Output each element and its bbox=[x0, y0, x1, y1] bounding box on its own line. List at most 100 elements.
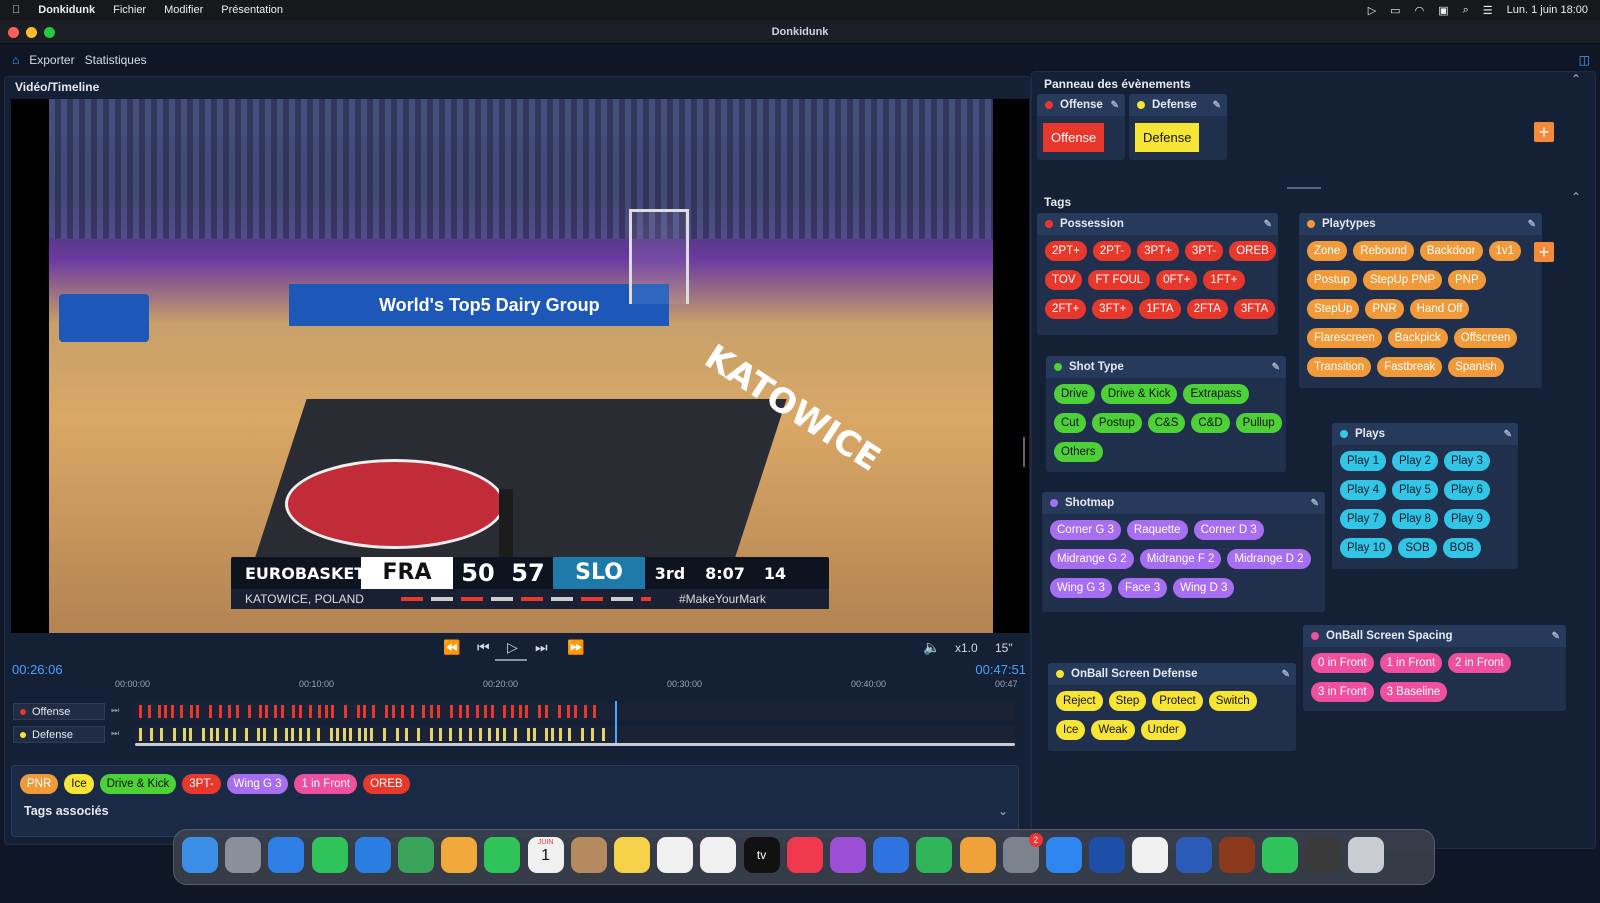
event-marker[interactable] bbox=[180, 705, 183, 718]
event-marker[interactable] bbox=[364, 728, 367, 741]
numbers-icon[interactable] bbox=[916, 837, 953, 873]
tag-button[interactable]: Rebound bbox=[1353, 241, 1414, 261]
add-tag-group-button[interactable]: + bbox=[1534, 242, 1554, 262]
event-marker[interactable] bbox=[396, 728, 399, 741]
export-button[interactable]: Exporter bbox=[29, 53, 74, 67]
event-marker[interactable] bbox=[233, 728, 236, 741]
event-marker[interactable] bbox=[210, 728, 213, 741]
facetime-icon[interactable] bbox=[484, 837, 521, 873]
timeline-scrollbar[interactable] bbox=[135, 743, 1015, 746]
track-defense[interactable]: Defense bbox=[13, 726, 105, 743]
add-event-button[interactable]: + bbox=[1534, 122, 1554, 142]
event-marker[interactable] bbox=[225, 728, 228, 741]
event-marker[interactable] bbox=[148, 705, 151, 718]
event-marker[interactable] bbox=[285, 728, 288, 741]
event-marker[interactable] bbox=[533, 728, 536, 741]
track-jump-icon[interactable]: ⏭ bbox=[111, 728, 119, 739]
event-marker[interactable] bbox=[422, 705, 425, 718]
reminders-icon[interactable] bbox=[700, 837, 737, 873]
tag-button[interactable]: Wing G 3 bbox=[1050, 578, 1112, 598]
associated-tag[interactable]: Ice bbox=[64, 774, 94, 794]
edit-icon[interactable]: ✎ bbox=[1264, 219, 1272, 230]
settings-icon[interactable]: 2 bbox=[1002, 833, 1043, 873]
event-marker[interactable] bbox=[349, 728, 352, 741]
tag-button[interactable]: Play 9 bbox=[1443, 509, 1490, 529]
tag-button[interactable]: 2 in Front bbox=[1448, 653, 1511, 673]
event-marker[interactable] bbox=[503, 705, 506, 718]
tag-button[interactable]: StepUp bbox=[1307, 299, 1360, 319]
play-icon[interactable]: ▷ bbox=[507, 639, 518, 656]
event-marker[interactable] bbox=[263, 728, 266, 741]
event-marker[interactable] bbox=[160, 728, 163, 741]
chevron-down-icon[interactable]: ⌄ bbox=[998, 804, 1008, 818]
resize-handle[interactable] bbox=[1287, 187, 1321, 189]
tag-button[interactable]: Flarescreen bbox=[1307, 328, 1382, 348]
event-marker[interactable] bbox=[307, 728, 310, 741]
tv-icon[interactable]: tv bbox=[743, 837, 780, 873]
event-marker[interactable] bbox=[437, 705, 440, 718]
tag-button[interactable]: Play 2 bbox=[1391, 451, 1438, 471]
podcasts-icon[interactable] bbox=[830, 837, 866, 873]
event-marker[interactable] bbox=[574, 705, 577, 718]
event-marker[interactable] bbox=[318, 705, 321, 718]
event-marker[interactable] bbox=[150, 728, 153, 741]
event-marker[interactable] bbox=[173, 728, 176, 741]
tag-button[interactable]: Backpick bbox=[1387, 328, 1448, 348]
tag-button[interactable]: Ice bbox=[1056, 720, 1086, 740]
track-offense[interactable]: Offense bbox=[13, 703, 105, 720]
keynote-icon[interactable] bbox=[873, 837, 910, 873]
event-marker[interactable] bbox=[405, 728, 408, 741]
finder-icon[interactable] bbox=[182, 837, 218, 873]
event-marker[interactable] bbox=[325, 705, 328, 718]
event-marker[interactable] bbox=[559, 728, 562, 741]
tag-button[interactable]: 1 in Front bbox=[1379, 653, 1443, 673]
event-marker[interactable] bbox=[363, 705, 366, 718]
tag-button[interactable]: 2PT+ bbox=[1045, 241, 1087, 261]
tag-button[interactable]: Backdoor bbox=[1419, 241, 1483, 261]
tag-button[interactable]: Zone bbox=[1307, 241, 1348, 261]
tag-button[interactable]: Switch bbox=[1208, 691, 1257, 711]
edit-icon[interactable]: ✎ bbox=[1111, 100, 1119, 111]
event-marker[interactable] bbox=[274, 705, 277, 718]
event-marker[interactable] bbox=[558, 705, 561, 718]
tag-button[interactable]: 3 in Front bbox=[1311, 682, 1374, 702]
event-marker[interactable] bbox=[392, 705, 395, 718]
event-marker[interactable] bbox=[545, 705, 548, 718]
event-marker[interactable] bbox=[401, 705, 404, 718]
event-marker[interactable] bbox=[591, 728, 594, 741]
tag-button[interactable]: Fastbreak bbox=[1377, 357, 1443, 377]
collapse-tags-icon[interactable]: ⌃ bbox=[1571, 190, 1581, 204]
preview-icon[interactable] bbox=[1305, 837, 1342, 873]
event-marker[interactable] bbox=[372, 705, 375, 718]
tag-button[interactable]: Spanish bbox=[1448, 357, 1504, 377]
playhead[interactable] bbox=[615, 701, 617, 745]
trash-icon[interactable] bbox=[1348, 837, 1385, 873]
spotlight-search-icon[interactable]: ⌕ bbox=[1463, 4, 1469, 17]
tag-button[interactable]: BOB bbox=[1442, 538, 1481, 558]
event-marker[interactable] bbox=[245, 728, 248, 741]
edit-icon[interactable]: ✎ bbox=[1504, 429, 1512, 440]
collapse-events-icon[interactable]: ⌃ bbox=[1571, 72, 1581, 86]
event-marker[interactable] bbox=[479, 728, 482, 741]
tag-button[interactable]: Step bbox=[1108, 691, 1147, 711]
tag-button[interactable]: Cut bbox=[1054, 413, 1086, 433]
statistics-button[interactable]: Statistiques bbox=[85, 53, 147, 67]
event-marker[interactable] bbox=[383, 728, 386, 741]
event-marker[interactable] bbox=[514, 728, 517, 741]
game-icon[interactable] bbox=[1218, 837, 1255, 873]
word-icon[interactable] bbox=[1175, 837, 1212, 873]
menu-edit[interactable]: Modifier bbox=[164, 4, 203, 16]
tag-button[interactable]: 3 Baseline bbox=[1379, 682, 1448, 702]
offense-lane[interactable] bbox=[135, 703, 1015, 720]
tag-button[interactable]: 1v1 bbox=[1488, 241, 1522, 261]
tag-button[interactable]: Play 3 bbox=[1443, 451, 1490, 471]
event-marker[interactable] bbox=[511, 705, 514, 718]
event-marker[interactable] bbox=[257, 728, 260, 741]
associated-tag[interactable]: Wing G 3 bbox=[226, 774, 289, 794]
tag-button[interactable]: 0 in Front bbox=[1311, 653, 1374, 673]
tag-button[interactable]: Reject bbox=[1056, 691, 1103, 711]
pages-icon[interactable] bbox=[959, 837, 996, 873]
event-marker[interactable] bbox=[584, 705, 587, 718]
tag-button[interactable]: Drive & Kick bbox=[1100, 384, 1178, 404]
chrome-icon[interactable] bbox=[1132, 837, 1169, 873]
